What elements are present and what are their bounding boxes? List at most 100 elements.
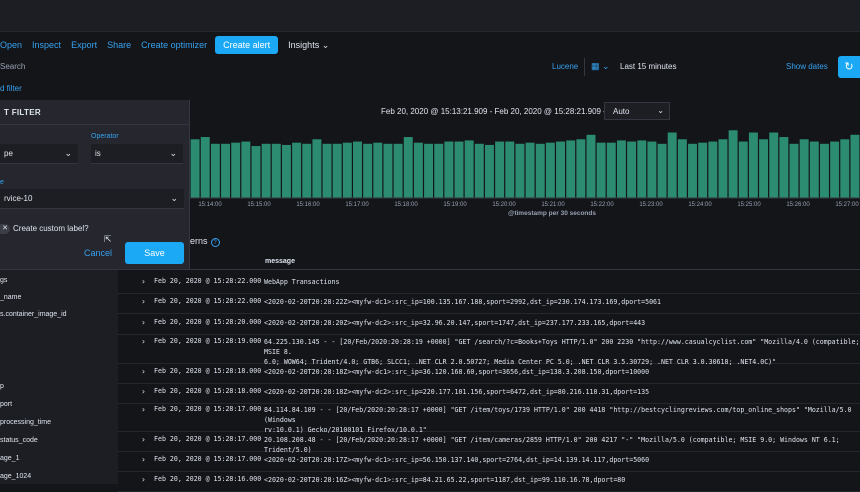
histogram-bar[interactable] <box>251 146 261 198</box>
cancel-button[interactable]: Cancel <box>84 248 112 258</box>
histogram-bar[interactable] <box>200 137 210 198</box>
table-row[interactable]: › Feb 20, 2020 @ 15:28:18.000 <2020-02-2… <box>118 387 860 404</box>
histogram-bar[interactable] <box>657 143 667 198</box>
table-row[interactable]: › Feb 20, 2020 @ 15:28:17.000 <2020-02-2… <box>118 455 860 472</box>
custom-label-switch[interactable]: ✕ <box>0 224 10 234</box>
message-column-header[interactable]: message <box>265 258 295 265</box>
histogram-bar[interactable] <box>647 141 657 198</box>
sidebar-field[interactable]: age_1024 <box>0 473 31 480</box>
histogram-bar[interactable] <box>698 142 708 198</box>
histogram-bar[interactable] <box>505 141 515 198</box>
histogram-bar[interactable] <box>627 141 637 198</box>
histogram-bar[interactable] <box>302 143 312 198</box>
histogram-bar[interactable] <box>413 142 423 198</box>
value-select[interactable]: rvice-10 ⌄ <box>0 189 184 209</box>
histogram-bar[interactable] <box>373 142 383 198</box>
expand-icon[interactable]: › <box>141 318 146 327</box>
sidebar-field[interactable]: processing_time <box>0 419 51 426</box>
histogram-bar[interactable] <box>424 143 434 198</box>
histogram-bar[interactable] <box>454 141 464 198</box>
sidebar-field[interactable]: age_1 <box>0 455 19 462</box>
sidebar-field[interactable]: gs <box>0 277 7 284</box>
expand-icon[interactable]: › <box>141 337 146 346</box>
open-link[interactable]: Open <box>0 40 22 50</box>
expand-icon[interactable]: › <box>141 387 146 396</box>
histogram-bar[interactable] <box>474 143 484 198</box>
expand-icon[interactable]: › <box>141 277 146 286</box>
table-row[interactable]: › Feb 20, 2020 @ 15:28:17.000 20.108.208… <box>118 435 860 454</box>
histogram-bar[interactable] <box>535 143 545 198</box>
histogram-bar[interactable] <box>840 139 850 198</box>
histogram-bar[interactable] <box>606 142 616 198</box>
histogram-bar[interactable] <box>353 141 362 198</box>
histogram-bar[interactable] <box>231 142 241 198</box>
histogram-bar[interactable] <box>484 144 494 198</box>
histogram-bar[interactable] <box>819 143 829 198</box>
histogram-bar[interactable] <box>718 139 728 198</box>
field-select[interactable]: pe ⌄ <box>0 144 78 164</box>
sidebar-field[interactable]: s.container_image_id <box>0 311 67 318</box>
add-filter-link[interactable]: d filter <box>0 84 22 93</box>
histogram-bar[interactable] <box>292 142 302 198</box>
operator-select[interactable]: is ⌄ <box>91 144 183 164</box>
histogram-bar[interactable] <box>616 140 626 198</box>
interval-select[interactable]: Auto ⌄ <box>604 102 670 120</box>
expand-icon[interactable]: › <box>141 297 146 306</box>
histogram-bar[interactable] <box>799 139 809 198</box>
histogram-bar[interactable] <box>363 143 373 198</box>
histogram-bar[interactable] <box>677 139 687 198</box>
histogram-bar[interactable] <box>271 143 281 198</box>
histogram-bar[interactable] <box>738 141 748 198</box>
histogram-bar[interactable] <box>383 143 393 198</box>
sidebar-field[interactable]: p <box>0 383 4 390</box>
create-optimizer-link[interactable]: Create optimizer <box>141 40 207 50</box>
inspect-link[interactable]: Inspect <box>32 40 61 50</box>
table-row[interactable]: › Feb 20, 2020 @ 15:28:22.000 <2020-02-2… <box>118 297 860 314</box>
table-row[interactable]: › Feb 20, 2020 @ 15:28:20.000 <2020-02-2… <box>118 318 860 335</box>
search-input[interactable]: Search <box>0 62 25 71</box>
histogram-bar[interactable] <box>556 141 565 198</box>
histogram-bar[interactable] <box>728 130 738 198</box>
histogram-bar[interactable] <box>850 134 860 198</box>
histogram-bar[interactable] <box>515 143 525 198</box>
histogram-bar[interactable] <box>261 143 271 198</box>
histogram-bar[interactable] <box>312 139 322 198</box>
help-icon[interactable]: ? <box>210 238 220 247</box>
export-link[interactable]: Export <box>71 40 97 50</box>
histogram-bar[interactable] <box>545 142 555 198</box>
histogram-bar[interactable] <box>403 137 413 198</box>
create-alert-button[interactable]: Create alert <box>215 36 279 54</box>
histogram-bar[interactable] <box>748 132 758 198</box>
histogram-bar[interactable] <box>789 143 799 198</box>
table-row[interactable]: › Feb 20, 2020 @ 15:28:17.000 84.114.84.… <box>118 405 860 434</box>
histogram-bar[interactable] <box>190 139 200 198</box>
table-row[interactable]: › Feb 20, 2020 @ 15:28:19.000 64.225.130… <box>118 337 860 366</box>
table-row[interactable]: › Feb 20, 2020 @ 15:28:22.000 WebApp Tra… <box>118 277 860 294</box>
expand-icon[interactable]: › <box>141 455 146 464</box>
expand-icon[interactable]: › <box>141 435 146 444</box>
histogram-bar[interactable] <box>221 143 230 198</box>
share-link[interactable]: Share <box>107 40 131 50</box>
histogram-bar[interactable] <box>779 137 789 198</box>
table-row[interactable]: › Feb 20, 2020 @ 15:28:18.000 <2020-02-2… <box>118 367 860 384</box>
sidebar-field[interactable]: status_code <box>0 437 38 444</box>
histogram-bar[interactable] <box>667 132 677 198</box>
expand-icon[interactable]: › <box>141 367 146 376</box>
expand-icon[interactable]: › <box>141 475 146 484</box>
histogram-bar[interactable] <box>444 141 454 198</box>
histogram-bar[interactable] <box>393 143 403 198</box>
calendar-icon[interactable]: ▦ ⌄ <box>591 61 610 72</box>
histogram-bar[interactable] <box>342 142 352 198</box>
sidebar-field[interactable]: _name <box>0 294 21 301</box>
histogram-bar[interactable] <box>809 141 819 198</box>
histogram-bar[interactable] <box>495 141 505 198</box>
histogram-bar[interactable] <box>434 143 444 198</box>
histogram-bar[interactable] <box>464 140 474 198</box>
histogram-bar[interactable] <box>637 140 647 198</box>
histogram-bar[interactable] <box>688 143 697 198</box>
histogram-bar[interactable] <box>332 143 342 198</box>
histogram-bar[interactable] <box>576 139 586 198</box>
histogram-bar[interactable] <box>281 144 291 198</box>
histogram-bar[interactable] <box>566 140 576 198</box>
histogram-bar[interactable] <box>596 142 606 198</box>
